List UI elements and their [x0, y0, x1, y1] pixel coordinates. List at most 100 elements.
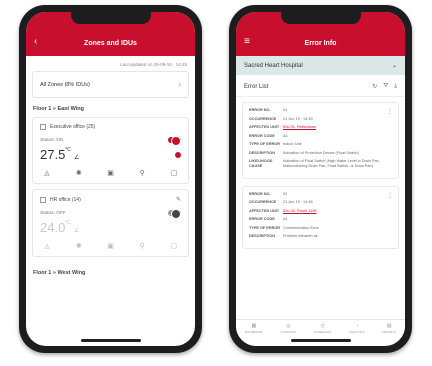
schedules-icon: ◷: [320, 323, 325, 329]
home-indicator: [80, 339, 141, 342]
chevron-right-icon: ›: [178, 80, 181, 89]
edit-icon: ∠: [73, 155, 80, 161]
download-icon[interactable]: ⤓: [394, 83, 397, 90]
notch: [280, 12, 361, 24]
error-field-label: TYPE OF ERROR: [249, 225, 281, 230]
home-indicator: [290, 339, 351, 342]
error-field-row: DESCRIPTION Problem between air: [249, 234, 392, 239]
analytics-icon: ◔: [355, 323, 359, 329]
alert-dot-icon: [175, 151, 181, 158]
tab-reports[interactable]: ▤ REPORTS: [383, 323, 396, 334]
error-field-value: 02: [283, 191, 288, 196]
error-list-title: Error List: [244, 83, 269, 90]
mode-icon[interactable]: ◬: [42, 169, 52, 177]
power-toggle[interactable]: [168, 136, 181, 146]
more-icon[interactable]: ⋮: [387, 192, 393, 199]
tab-label: REPORTS: [382, 330, 396, 334]
power-toggle[interactable]: [168, 209, 181, 219]
error-field-row: ERROR NO. 02: [249, 192, 392, 197]
tab-label: SCHEDULES: [314, 330, 332, 334]
tab-controls[interactable]: ◎ CONTROLS: [281, 323, 297, 334]
controls-icon: ◎: [286, 323, 291, 329]
errors-screen: ≡ Error Info Sacred Heart Hospital ⌄ Err…: [236, 12, 405, 346]
zone-checkbox[interactable]: [40, 124, 46, 130]
menu-icon[interactable]: ≡: [244, 37, 250, 47]
error-field-row: TYPE OF ERROR Communication Error: [249, 226, 392, 231]
zone-temperature: 27.5°C∠: [40, 147, 80, 162]
zones-screen: ‹ Zones and IDUs Last updated on 28-09-1…: [26, 12, 195, 346]
page-title: Zones and IDUs: [84, 40, 137, 47]
tab-label: CONTROLS: [280, 330, 297, 334]
error-field-label: ERROR CODE: [249, 133, 275, 138]
error-field-row: AFFECTED UNIT IDU-01, Reflections: [249, 125, 392, 130]
filter-icon[interactable]: ⛛: [383, 83, 388, 90]
hospital-name: Sacred Heart Hospital: [244, 62, 303, 69]
zone-name: Executive office (25): [50, 124, 96, 130]
error-field-value: Activation of Float Switch (High Water L…: [283, 159, 380, 168]
error-field-label: OCCURRENCE: [249, 116, 277, 121]
tab-dashboard[interactable]: ▦ DASHBOARD: [245, 323, 263, 334]
affected-unit-link[interactable]: IDU-02, Room 1106: [283, 209, 392, 214]
zone-controls: ◬ ✺ ▣ ⚲ ▢: [40, 169, 181, 177]
zone-status: Status: ON: [40, 137, 64, 143]
error-field-row: AFFECTED UNIT IDU-02, Room 1106: [249, 209, 392, 214]
page-title: Error Info: [304, 40, 337, 47]
zone-controls: ◬ ✺ ▣ ⚲ ▢: [40, 242, 181, 250]
pencil-icon[interactable]: ✎: [176, 196, 181, 203]
tab-schedules[interactable]: ◷ SCHEDULES: [314, 323, 331, 334]
refresh-icon[interactable]: ↻: [372, 83, 377, 90]
chevron-left-icon[interactable]: ‹: [34, 37, 37, 47]
error-field-row: TYPE OF ERROR Indoor Unit: [249, 142, 392, 147]
error-field-value: 21 Jun 19 · 14:48: [283, 200, 313, 204]
error-field-value: Indoor Unit: [283, 142, 302, 146]
error-field-value: Problem between air: [283, 234, 318, 238]
last-updated-text: Last updated on 28-09-18 · 14:45: [120, 62, 187, 67]
swing-icon[interactable]: ▣: [106, 242, 116, 250]
all-zones-row[interactable]: All Zones (8% IDUs) ›: [32, 71, 189, 98]
timer-icon[interactable]: ⚲: [137, 242, 147, 250]
phone-errors: ≡ Error Info Sacred Heart Hospital ⌄ Err…: [229, 5, 412, 353]
phone-zones: ‹ Zones and IDUs Last updated on 28-09-1…: [19, 5, 202, 353]
error-field-label: AFFECTED UNIT: [249, 125, 280, 129]
reports-icon: ▤: [386, 323, 392, 329]
error-field-row: LIKELIHOOD CAUSE Activation of Float Swit…: [249, 159, 392, 169]
error-field-label: TYPE OF ERROR: [249, 142, 281, 146]
tab-analytics[interactable]: ◔ ANALYTICS: [349, 323, 364, 334]
error-field-row: ERROR CODE A4: [249, 134, 392, 139]
error-field-row: ERROR CODE A1: [249, 217, 392, 222]
error-card[interactable]: ⋮ ERROR NO. 02 OCCURRENCE 21 Jun 19 · 14:48…: [242, 185, 399, 249]
error-field-row: OCCURRENCE 21 Jun 19 · 14:30: [249, 117, 392, 122]
notch: [70, 12, 151, 24]
affected-unit-link[interactable]: IDU-01, Reflections: [283, 125, 392, 130]
timer-icon[interactable]: ⚲: [137, 169, 147, 177]
error-field-label: DESCRIPTION: [249, 150, 275, 155]
settings-icon[interactable]: ▢: [169, 169, 179, 177]
section-header-west: Floor 1 » West Wing: [33, 270, 86, 276]
error-list-header: Error List ↻ ⛛ ⤓: [236, 75, 405, 97]
fan-icon[interactable]: ✺: [74, 169, 84, 177]
error-field-value: A1: [283, 217, 288, 221]
error-field-value: Communication Error: [283, 225, 319, 230]
error-field-value: 01: [283, 108, 288, 112]
fan-icon[interactable]: ✺: [74, 242, 84, 250]
error-field-value: A4: [283, 133, 288, 138]
zone-card-hr[interactable]: HR office (14) ✎ Status: OFF 24.0°C∠ ◬ ✺…: [32, 189, 189, 257]
error-field-row: ERROR NO. 01: [249, 108, 392, 113]
section-header-east: Floor 1 » East Wing: [33, 106, 84, 112]
error-field-row: OCCURRENCE 21 Jun 19 · 14:48: [249, 200, 392, 205]
zone-checkbox[interactable]: [40, 196, 46, 203]
bottom-tab-bar: ▦ DASHBOARD ◎ CONTROLS ◷ SCHEDULES ◔ ANALYTICS ▤…: [236, 319, 405, 337]
error-field-value: Activation of Protection Device (Float S…: [283, 150, 359, 155]
error-field-value: 21 Jun 19 · 14:30: [283, 116, 313, 121]
chevron-down-icon: ⌄: [391, 63, 397, 69]
swing-icon[interactable]: ▣: [106, 169, 116, 177]
tab-label: ANALYTICS: [349, 330, 365, 334]
mode-icon[interactable]: ◬: [42, 242, 52, 250]
settings-icon[interactable]: ▢: [169, 242, 179, 250]
zone-card-executive[interactable]: Executive office (25) Status: ON 27.5°C∠…: [32, 117, 189, 184]
hospital-selector[interactable]: Sacred Heart Hospital ⌄: [236, 56, 405, 75]
error-field-label: AFFECTED UNIT: [249, 208, 280, 213]
more-icon[interactable]: ⋮: [387, 108, 393, 115]
dashboard-icon: ▦: [251, 323, 257, 329]
error-card[interactable]: ⋮ ERROR NO. 01 OCCURRENCE 21 Jun 19 · 14:30…: [242, 102, 399, 179]
